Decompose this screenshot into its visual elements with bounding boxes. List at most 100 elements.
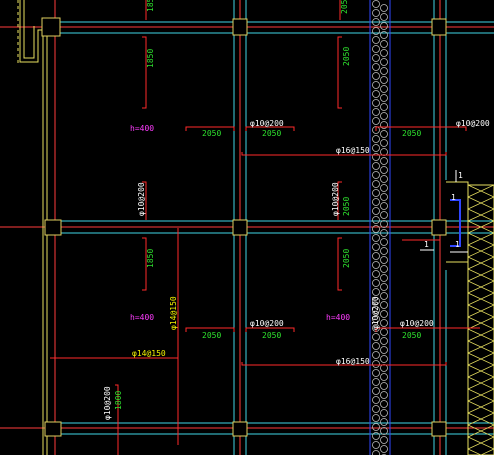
right-section bbox=[420, 170, 494, 455]
rebar-label: φ10@200 bbox=[371, 296, 380, 330]
pile-circle bbox=[380, 13, 388, 21]
dim-label: 1850 bbox=[146, 49, 155, 68]
dim-label: 1850 bbox=[146, 0, 155, 12]
pile-circle bbox=[380, 355, 388, 363]
column bbox=[232, 18, 248, 36]
pile-circle bbox=[380, 67, 388, 75]
pile-circle bbox=[380, 49, 388, 57]
pile-circle bbox=[380, 103, 388, 111]
hatch-lines bbox=[467, 184, 494, 455]
pile-circle bbox=[372, 0, 380, 8]
dim-label: 2050 bbox=[202, 331, 221, 340]
pile-circle bbox=[372, 270, 380, 278]
dim-label: 2050 bbox=[262, 129, 281, 138]
pile-circle bbox=[380, 409, 388, 417]
hatch-line bbox=[467, 448, 482, 455]
dim-label: 2050 bbox=[402, 129, 421, 138]
pile-circle bbox=[380, 364, 388, 372]
circle-group bbox=[372, 0, 388, 455]
pile-circle bbox=[380, 112, 388, 120]
pile-circle bbox=[372, 405, 380, 413]
column bbox=[431, 18, 447, 36]
rebar-line bbox=[375, 327, 480, 332]
pile-circle bbox=[372, 369, 380, 377]
pile-circle bbox=[380, 40, 388, 48]
pile-circle bbox=[380, 130, 388, 138]
pile-circle bbox=[372, 351, 380, 359]
wall-line bbox=[23, 0, 35, 59]
pile-circle bbox=[372, 54, 380, 62]
pile-circle bbox=[380, 427, 388, 435]
pile-circle bbox=[380, 175, 388, 183]
pile-circle bbox=[380, 139, 388, 147]
pile-circle bbox=[380, 202, 388, 210]
pile-circle bbox=[372, 99, 380, 107]
pile-circle bbox=[380, 373, 388, 381]
pile-circle bbox=[380, 184, 388, 192]
pile-circle bbox=[372, 180, 380, 188]
pile-circle bbox=[372, 342, 380, 350]
pile-circle bbox=[380, 310, 388, 318]
pile-circle bbox=[372, 72, 380, 80]
pile-circle bbox=[372, 378, 380, 386]
dim-label: 2050 bbox=[342, 197, 351, 216]
pile-circle bbox=[372, 414, 380, 422]
dim-label: 2050 bbox=[202, 129, 221, 138]
pile-circle bbox=[380, 400, 388, 408]
pile-circle bbox=[372, 90, 380, 98]
rebar-label: φ10@200 bbox=[103, 386, 112, 420]
hatch-line bbox=[480, 448, 494, 455]
pile-circle bbox=[380, 265, 388, 273]
drawing-labels: 1850 1850 2050 2050 h=400 φ10@200 2050 2… bbox=[103, 0, 490, 420]
pile-circle bbox=[380, 256, 388, 264]
pile-circle bbox=[372, 279, 380, 287]
pile-circle bbox=[372, 216, 380, 224]
pile-circle bbox=[372, 252, 380, 260]
pile-circle bbox=[372, 234, 380, 242]
pile-circle bbox=[372, 9, 380, 17]
pile-circle bbox=[380, 337, 388, 345]
dim-label: 2050 bbox=[262, 331, 281, 340]
pile-circle bbox=[380, 220, 388, 228]
rebar-label: φ10@200 bbox=[137, 182, 146, 216]
dim-label: 2050 bbox=[342, 47, 351, 66]
pile-circle bbox=[380, 148, 388, 156]
pile-circle bbox=[380, 418, 388, 426]
pile-circle bbox=[372, 189, 380, 197]
pile-circle bbox=[380, 238, 388, 246]
pile-circle bbox=[380, 22, 388, 30]
dim-label: 1850 bbox=[146, 249, 155, 268]
rebar-label: φ10@200 bbox=[250, 319, 284, 328]
rebar-label: φ10@200 bbox=[400, 319, 434, 328]
column bbox=[44, 421, 62, 437]
pile-circle bbox=[372, 81, 380, 89]
column bbox=[232, 219, 248, 236]
slab-thickness-label: h=400 bbox=[326, 313, 350, 322]
pile-circle bbox=[372, 207, 380, 215]
pile-circle bbox=[380, 328, 388, 336]
section-label: 1 bbox=[458, 171, 463, 180]
rebar-label: φ16@150 bbox=[336, 146, 370, 155]
pile-circle bbox=[372, 108, 380, 116]
structural-plan: 1850 1850 2050 2050 h=400 φ10@200 2050 2… bbox=[0, 0, 494, 455]
pile-circle bbox=[372, 171, 380, 179]
pile-circle bbox=[380, 58, 388, 66]
cad-drawing-canvas[interactable]: 1850 1850 2050 2050 h=400 φ10@200 2050 2… bbox=[0, 0, 494, 455]
pile-circle bbox=[380, 283, 388, 291]
rebar-label: φ10@200 bbox=[456, 119, 490, 128]
section-label: 1 bbox=[424, 240, 429, 249]
pile-circle bbox=[380, 94, 388, 102]
dim-label: 2050 bbox=[342, 249, 351, 268]
pile-circle bbox=[372, 396, 380, 404]
dim-label: 2050 bbox=[340, 0, 349, 14]
section-label: 1 bbox=[455, 240, 460, 249]
column bbox=[44, 219, 62, 236]
pile-circle bbox=[380, 436, 388, 444]
pile-circle bbox=[380, 301, 388, 309]
pile-circle bbox=[380, 4, 388, 12]
pile-circle bbox=[372, 36, 380, 44]
rebar-label: φ10@200 bbox=[250, 119, 284, 128]
pile-circle bbox=[372, 387, 380, 395]
section-label: 1 bbox=[451, 193, 456, 202]
pile-circle bbox=[372, 441, 380, 449]
